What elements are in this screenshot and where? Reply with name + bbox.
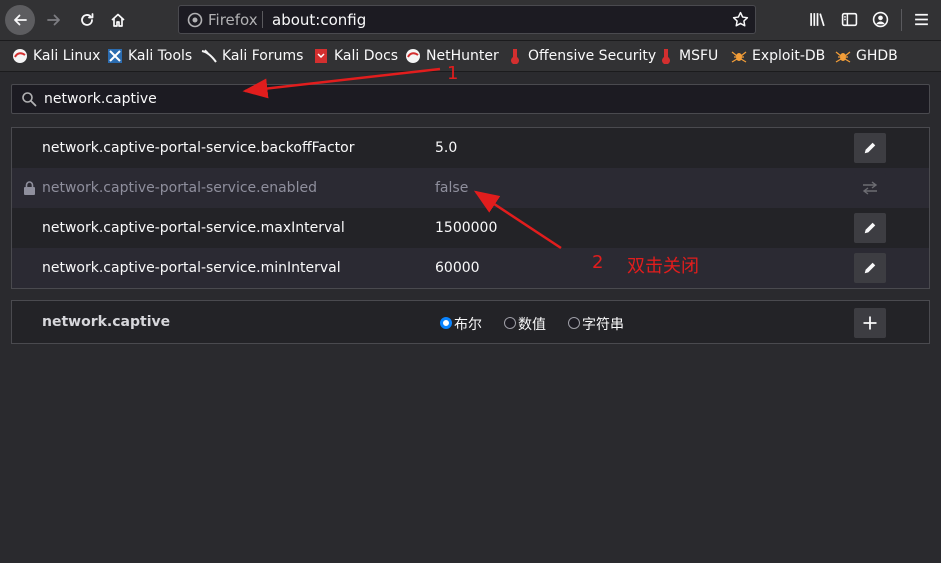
- pref-row[interactable]: network.captive-portal-service.minInterv…: [12, 248, 929, 288]
- radio-button[interactable]: [504, 317, 516, 329]
- identity-label: Firefox: [208, 11, 258, 29]
- offsec-icon: [511, 49, 519, 64]
- bookmark-star-icon[interactable]: [732, 11, 749, 28]
- radio-button[interactable]: [568, 317, 580, 329]
- bookmark-label: Kali Forums: [222, 48, 304, 64]
- bookmark-label: Kali Tools: [128, 48, 193, 64]
- library-icon[interactable]: [809, 11, 826, 28]
- kali-docs-icon: [315, 49, 327, 63]
- pref-name: network.captive-portal-service.minInterv…: [42, 260, 341, 276]
- bookmark-label: MSFU: [679, 48, 719, 64]
- pencil-icon: [864, 142, 876, 154]
- radio-label: 布尔: [454, 317, 482, 333]
- bookmark-offensive-security[interactable]: Offensive Security: [507, 47, 656, 65]
- search-icon: [22, 92, 37, 107]
- bookmark-kali-docs[interactable]: Kali Docs: [313, 47, 398, 65]
- url-bar[interactable]: Firefox about:config: [178, 5, 756, 34]
- firefox-identity-icon: [187, 12, 203, 28]
- pref-search-box[interactable]: network.captive: [11, 84, 930, 114]
- toggle-icon: [862, 181, 878, 195]
- url-text[interactable]: about:config: [272, 11, 366, 29]
- reload-button[interactable]: [72, 5, 102, 35]
- url-separator: [262, 11, 263, 28]
- bookmark-label: Kali Linux: [33, 48, 101, 64]
- bookmark-exploit-db[interactable]: Exploit-DB: [731, 47, 825, 65]
- spider-icon: [731, 51, 747, 63]
- edit-button[interactable]: [854, 133, 886, 163]
- annotation-label-2: 2: [592, 252, 604, 273]
- annotation-label-double-click: 双击关闭: [627, 256, 699, 277]
- plus-icon: [863, 316, 877, 330]
- type-radio-number[interactable]: 数值: [504, 314, 546, 334]
- arrow-right-icon: [47, 14, 60, 26]
- radio-button[interactable]: [440, 317, 452, 329]
- spider-icon: [835, 51, 851, 63]
- bookmark-msfu[interactable]: MSFU: [658, 47, 718, 65]
- pencil-icon: [864, 222, 876, 234]
- pref-name: network.captive-portal-service.backoffFa…: [42, 140, 355, 156]
- bookmark-label: NetHunter: [426, 48, 499, 64]
- pencil-icon: [864, 262, 876, 274]
- edit-button[interactable]: [854, 213, 886, 243]
- bookmark-kali-forums[interactable]: Kali Forums: [201, 47, 303, 65]
- sidebar-icon[interactable]: [841, 11, 858, 28]
- kali-tools-icon: [108, 49, 122, 63]
- pref-row[interactable]: network.captive-portal-service.backoffFa…: [12, 128, 929, 168]
- prefs-table: network.captive-portal-service.backoffFa…: [11, 127, 930, 289]
- new-pref-name: network.captive: [42, 314, 171, 330]
- annotation-label-1: 1: [447, 63, 459, 84]
- bookmark-kali-tools[interactable]: Kali Tools: [107, 47, 192, 65]
- lock-icon: [24, 181, 35, 195]
- bookmark-label: Offensive Security: [528, 48, 657, 64]
- pref-value: 60000: [435, 260, 480, 276]
- type-radio-boolean[interactable]: 布尔: [440, 314, 482, 334]
- radio-label: 数值: [518, 317, 546, 333]
- kali-dragon-icon: [201, 49, 217, 63]
- search-input[interactable]: network.captive: [44, 91, 157, 107]
- new-pref-row: network.captive 布尔 数值 字符串: [11, 300, 930, 344]
- toggle-button[interactable]: [854, 173, 886, 203]
- pref-value: 1500000: [435, 220, 498, 236]
- reload-icon: [81, 13, 94, 26]
- type-radio-string[interactable]: 字符串: [568, 314, 624, 334]
- kali-icon: [13, 49, 27, 63]
- pref-name: network.captive-portal-service.enabled: [42, 180, 317, 196]
- kali-icon: [406, 49, 420, 63]
- add-button[interactable]: [854, 308, 886, 338]
- bookmark-label: Exploit-DB: [752, 48, 826, 64]
- browser-toolbar: Firefox about:config: [0, 0, 941, 41]
- home-icon: [111, 13, 125, 27]
- pref-value: false: [435, 180, 469, 196]
- pref-row[interactable]: network.captive-portal-service.maxInterv…: [12, 208, 929, 248]
- radio-label: 字符串: [582, 317, 624, 333]
- home-button[interactable]: [103, 5, 133, 35]
- bookmark-label: GHDB: [856, 48, 898, 64]
- account-icon[interactable]: [872, 11, 889, 28]
- offsec-icon: [662, 49, 670, 64]
- bookmark-label: Kali Docs: [334, 48, 399, 64]
- toolbar-separator: [901, 9, 902, 31]
- bookmark-ghdb[interactable]: GHDB: [835, 47, 898, 65]
- back-button[interactable]: [5, 5, 35, 35]
- pref-value: 5.0: [435, 140, 458, 156]
- bookmark-kali-linux[interactable]: Kali Linux: [12, 47, 100, 65]
- bookmarks-toolbar: Kali Linux Kali Tools Kali Forums Kali D…: [0, 41, 941, 72]
- edit-button[interactable]: [854, 253, 886, 283]
- pref-row[interactable]: network.captive-portal-service.enabled f…: [12, 168, 929, 208]
- menu-icon[interactable]: [913, 11, 930, 28]
- forward-button[interactable]: [39, 5, 69, 35]
- arrow-left-icon: [14, 14, 27, 26]
- pref-name: network.captive-portal-service.maxInterv…: [42, 220, 345, 236]
